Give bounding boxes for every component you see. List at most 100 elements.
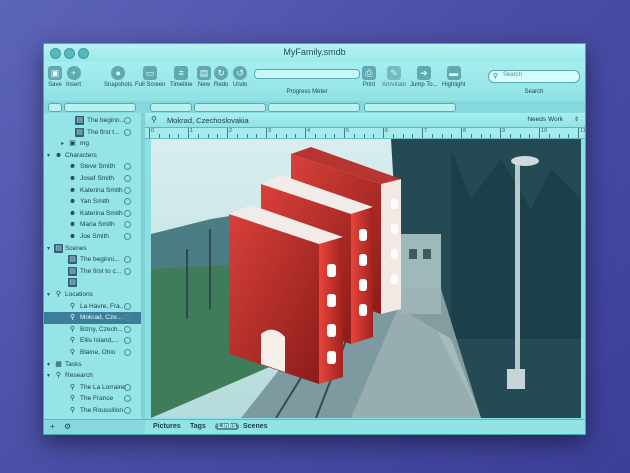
insert-button[interactable]: + Insert	[66, 66, 81, 88]
ruler-tick	[236, 134, 238, 138]
ruler-tick	[568, 134, 570, 138]
editor-header: ⚲ Mokrad, Czechoslovakia Needs Work ⇕	[145, 113, 585, 128]
binder-item[interactable]: ⚲ Blaine, Ohio	[44, 347, 141, 359]
binder-item[interactable]: ▤ The first to c...	[44, 266, 141, 278]
editor-nav-popup[interactable]	[150, 103, 192, 112]
ruler-tick	[470, 134, 472, 138]
back-button[interactable]	[48, 103, 62, 112]
style-controls[interactable]	[268, 103, 360, 112]
add-item-icon[interactable]: +	[50, 422, 55, 431]
tab-pictures[interactable]: Pictures	[153, 423, 181, 430]
format-popup[interactable]	[194, 103, 266, 112]
binder-item-label: Locations	[65, 291, 93, 298]
redo-button[interactable]: ↻ Redo	[214, 66, 228, 88]
binder-item[interactable]: ☻ Steve Smith	[44, 161, 141, 173]
chevron-updown-icon[interactable]: ⇕	[574, 116, 579, 123]
binder-item-label: Ellis Island,...	[80, 337, 119, 345]
location-pin-icon: ⚲	[151, 115, 157, 124]
folder-icon: ▦	[55, 360, 62, 368]
binder-item[interactable]: ▾ ▤ Scenes	[44, 243, 141, 255]
fullscreen-button[interactable]: ▭ Full Screen	[135, 66, 165, 88]
binder-item[interactable]: ▸ ▣ mg	[44, 138, 141, 150]
binder-item[interactable]: ⚲ The France	[44, 393, 141, 405]
disclosure-triangle-icon[interactable]: ▾	[47, 291, 50, 298]
binder-view-popup[interactable]	[64, 103, 136, 112]
gear-icon[interactable]: ⚙	[64, 422, 71, 431]
progress-meter-label: Progress Meter	[286, 89, 328, 95]
clip-icon: ▣	[69, 140, 76, 148]
disclosure-triangle-icon[interactable]: ▾	[47, 245, 50, 252]
binder-item[interactable]: ⚲ Bizny, Czech...	[44, 324, 141, 336]
ruler-tick	[558, 134, 560, 138]
status-popup[interactable]: Needs Work	[527, 116, 563, 123]
new-button[interactable]: ▤ New	[197, 66, 211, 88]
progress-meter	[254, 69, 360, 79]
document-icon: ▤	[75, 116, 84, 125]
print-button[interactable]: ⎙ Print	[362, 66, 376, 88]
binder-item[interactable]: ☻ Katerina Smith	[44, 208, 141, 220]
ruler-label: 3	[268, 128, 272, 134]
undo-button[interactable]: ↺ Undo	[233, 66, 247, 88]
binder-item-label: Joe Smith	[80, 233, 109, 240]
snapshots-button[interactable]: ● Snapshots	[104, 66, 132, 88]
disclosure-triangle-icon[interactable]: ▾	[47, 361, 50, 368]
disclosure-triangle-icon[interactable]: ▾	[47, 372, 50, 379]
binder-item[interactable]: ▾ ⚲ Locations	[44, 289, 141, 301]
status-indicator	[124, 302, 131, 310]
jump-to-button[interactable]: ➔ Jump To...	[410, 66, 438, 88]
binder-item[interactable]: ⚲ The La Lorraine	[44, 382, 141, 394]
binder-item[interactable]: ☻ Maria Smith	[44, 219, 141, 231]
binder-item[interactable]: ▤ The beginni...	[44, 254, 141, 266]
binder-item[interactable]: ⚲ Ellis Island,...	[44, 335, 141, 347]
fullscreen-icon: ▭	[143, 66, 158, 80]
undo-icon: ↺	[233, 66, 248, 80]
highlight-button[interactable]: ▬ Highlight	[442, 66, 465, 88]
tab-scenes[interactable]: Scenes	[243, 423, 268, 430]
timeline-button[interactable]: ≡ Timeline	[170, 66, 192, 88]
binder-item[interactable]: ▾ ☻ Characters	[44, 150, 141, 162]
window-title: MyFamily.smdb	[283, 47, 346, 57]
alignment-controls[interactable]	[364, 103, 456, 112]
binder-item[interactable]: ⚲ The Roussillon	[44, 405, 141, 417]
ruler-tick	[197, 134, 199, 138]
ruler-label: 6	[385, 128, 389, 134]
status-indicator	[124, 209, 131, 217]
binder-item[interactable]: ☻ Yan Smith	[44, 196, 141, 208]
binder-item-label: The beginn...	[87, 117, 125, 124]
location-pin-icon: ⚲	[69, 325, 76, 333]
ruler-tick	[305, 128, 306, 138]
ruler-tick	[412, 134, 414, 138]
tab-links[interactable]: Links	[215, 423, 240, 430]
status-indicator	[124, 267, 131, 275]
binder-item[interactable]: ☻ Josef Smith	[44, 173, 141, 185]
ruler-tick	[217, 134, 219, 138]
ruler-label: 9	[502, 128, 506, 134]
save-button[interactable]: ▣ Save	[48, 66, 62, 88]
binder-item-label: The beginni...	[80, 256, 120, 264]
binder-item[interactable]: ⚲ La Havre, Fra...	[44, 301, 141, 313]
binder-item[interactable]: ▾ ▦ Tasks	[44, 359, 141, 371]
ruler-tick	[275, 134, 277, 138]
status-indicator	[124, 407, 131, 414]
location-pin-icon: ⚲	[69, 314, 76, 322]
ruler-label: 1	[190, 128, 194, 134]
disclosure-triangle-icon[interactable]: ▾	[47, 152, 50, 159]
binder-item[interactable]: ⚲ Mokrad, Cze...	[44, 312, 141, 325]
status-indicator	[124, 128, 131, 136]
annotate-button[interactable]: ✎ Annotate	[382, 66, 406, 88]
ruler-tick	[539, 128, 540, 138]
ruler-tick	[295, 134, 297, 138]
binder-item-label: Bizny, Czech...	[80, 325, 123, 333]
binder-item[interactable]: ▤	[44, 277, 141, 289]
status-indicator	[124, 186, 131, 194]
binder-item[interactable]: ▾ ⚲ Research	[44, 370, 141, 382]
binder-item[interactable]: ▤ The beginn...	[44, 115, 141, 127]
binder-item[interactable]: ▤ The first t...	[44, 127, 141, 139]
binder-item[interactable]: ☻ Katerina Smith	[44, 185, 141, 197]
binder-item[interactable]: ☻ Joe Smith	[44, 231, 141, 243]
status-indicator	[124, 383, 131, 391]
disclosure-triangle-icon[interactable]: ▸	[61, 140, 64, 147]
search-field[interactable]: ⚲ Search	[488, 70, 580, 83]
tab-tags[interactable]: Tags	[190, 423, 206, 430]
binder-item-label: The La Lorraine	[80, 383, 126, 391]
